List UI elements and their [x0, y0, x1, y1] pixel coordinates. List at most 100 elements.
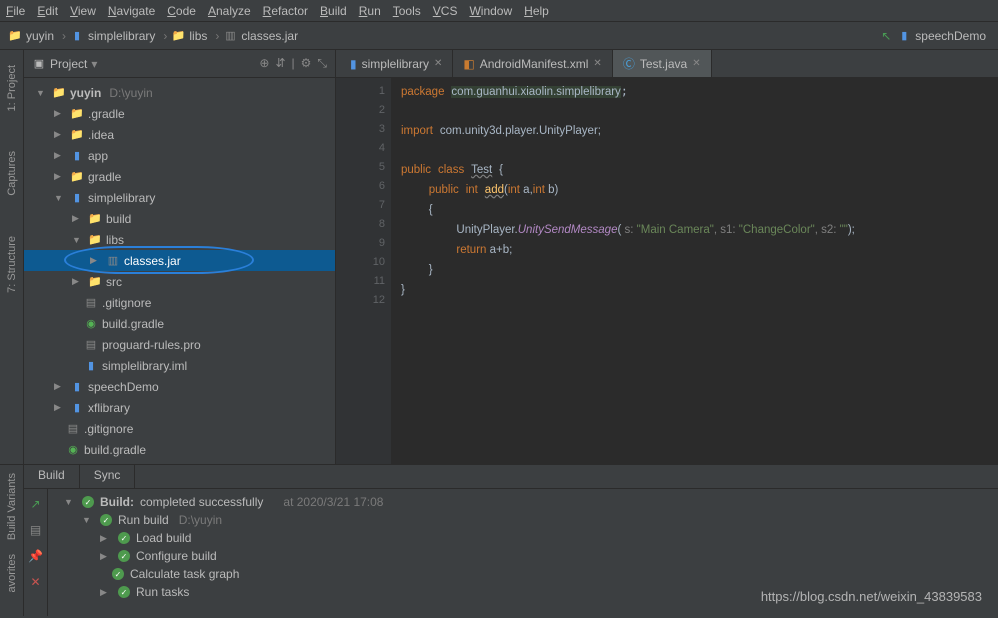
tree-src[interactable]: ▶📁src [24, 271, 335, 292]
jar-icon: ▥ [106, 254, 120, 268]
close-icon[interactable]: ✕ [692, 58, 700, 69]
project-view-icon: ▣ [32, 57, 46, 71]
chevron-right-icon[interactable]: ▶ [54, 381, 66, 392]
breadcrumb-libs[interactable]: 📁 libs [171, 29, 207, 43]
tab-manifest[interactable]: ◧AndroidManifest.xml✕ [453, 50, 612, 77]
hide-icon[interactable]: ⤡ [317, 56, 327, 71]
menu-navigate[interactable]: Navigate [108, 4, 155, 18]
tab-test-java[interactable]: ⒸTest.java✕ [613, 50, 712, 77]
ok-icon: ✓ [118, 550, 130, 562]
editor-tabs: ▮simplelibrary✕ ◧AndroidManifest.xml✕ ⒸT… [336, 50, 998, 78]
tree-classes-jar[interactable]: ▶▥classes.jar [24, 250, 335, 271]
menu-refactor[interactable]: Refactor [263, 4, 308, 18]
tree-iml[interactable]: ▮simplelibrary.iml [24, 355, 335, 376]
collapse-icon[interactable]: ⇵ [275, 56, 285, 71]
close-icon[interactable]: ✕ [593, 58, 601, 69]
gear-icon[interactable]: ⚙ [301, 56, 312, 71]
chevron-down-icon[interactable]: ▾ [91, 57, 97, 71]
breadcrumb-module[interactable]: ▮ simplelibrary [70, 29, 155, 43]
tree-libs[interactable]: ▼📁libs [24, 229, 335, 250]
chevron-down-icon[interactable]: ▼ [64, 497, 76, 507]
build-load[interactable]: ▶✓Load build [56, 529, 998, 547]
menu-view[interactable]: View [70, 4, 96, 18]
project-title[interactable]: Project [50, 57, 87, 71]
breadcrumb-jar[interactable]: ▥ classes.jar [223, 29, 298, 43]
tab-project[interactable]: 1: Project [6, 65, 18, 111]
tree-simplelibrary[interactable]: ▼▮simplelibrary [24, 187, 335, 208]
tree-root[interactable]: ▼ 📁 yuyin D:\yuyin [24, 82, 335, 103]
file-icon: ▤ [84, 338, 98, 352]
chevron-right-icon[interactable]: ▶ [72, 276, 84, 287]
code-editor[interactable]: package com.guanhui.xiaolin.simplelibrar… [391, 78, 998, 464]
tree-build[interactable]: ▶📁build [24, 208, 335, 229]
tree-gitignore[interactable]: ▤.gitignore [24, 292, 335, 313]
chevron-down-icon[interactable]: ▼ [54, 193, 66, 203]
chevron-right-icon[interactable]: ▶ [54, 150, 66, 161]
tree-idea-dir[interactable]: ▶📁.idea [24, 124, 335, 145]
xml-icon: ◧ [463, 57, 474, 71]
folder-icon: 📁 [70, 128, 84, 142]
file-icon: ▤ [84, 296, 98, 310]
build-tab-build[interactable]: Build [24, 465, 80, 488]
tab-build-variants[interactable]: Build Variants [6, 473, 18, 540]
tree-xflibrary[interactable]: ▶▮xflibrary [24, 397, 335, 418]
menu-analyze[interactable]: Analyze [208, 4, 251, 18]
jar-icon: ▥ [223, 29, 237, 43]
tab-simplelibrary[interactable]: ▮simplelibrary✕ [340, 50, 453, 77]
chevron-down-icon[interactable]: ▼ [36, 88, 48, 98]
build-tab-sync[interactable]: Sync [80, 465, 136, 488]
ok-icon: ✓ [100, 514, 112, 526]
menu-run[interactable]: Run [359, 4, 381, 18]
menu-help[interactable]: Help [524, 4, 549, 18]
chevron-right-icon[interactable]: ▶ [100, 587, 112, 598]
menu-window[interactable]: Window [469, 4, 512, 18]
ok-icon: ✓ [118, 532, 130, 544]
build-configure[interactable]: ▶✓Configure build [56, 547, 998, 565]
tree-speechdemo[interactable]: ▶▮speechDemo [24, 376, 335, 397]
chevron-right-icon[interactable]: ▶ [100, 551, 112, 562]
menu-edit[interactable]: Edit [37, 4, 58, 18]
chevron-right-icon[interactable]: ▶ [72, 213, 84, 224]
project-tree[interactable]: ▼ 📁 yuyin D:\yuyin ▶📁.gradle ▶📁.idea ▶▮a… [24, 78, 335, 464]
project-panel: ▣ Project ▾ ⊕ ⇵ | ⚙ ⤡ ▼ 📁 yuyin D:\yuyin… [24, 50, 336, 464]
tree-gradle[interactable]: ▶📁gradle [24, 166, 335, 187]
filter-icon[interactable]: ↗ [30, 497, 40, 511]
stop-icon[interactable]: ✕ [30, 575, 40, 589]
folder-icon: 📁 [88, 212, 102, 226]
run-target-indicator[interactable]: ↖ [881, 29, 891, 43]
menu-tools[interactable]: Tools [393, 4, 421, 18]
tool-window-bar-left: 1: Project Captures 7: Structure [0, 50, 24, 464]
chevron-down-icon[interactable]: ▼ [72, 235, 84, 245]
tree-build-gradle-root[interactable]: ◉build.gradle [24, 439, 335, 460]
chevron-right-icon[interactable]: ▶ [54, 129, 66, 140]
gutter[interactable]: 123456789101112 [336, 78, 391, 464]
tree-proguard[interactable]: ▤proguard-rules.pro [24, 334, 335, 355]
tab-favorites[interactable]: avorites [6, 554, 18, 593]
menu-build[interactable]: Build [320, 4, 347, 18]
build-run[interactable]: ▼ ✓ Run build D:\yuyin [56, 511, 998, 529]
chevron-right-icon[interactable]: ▶ [54, 108, 66, 119]
build-root[interactable]: ▼ ✓ Build: completed successfully at 202… [56, 493, 998, 511]
chevron-right-icon[interactable]: ▶ [90, 255, 102, 266]
tree-gradle-dir[interactable]: ▶📁.gradle [24, 103, 335, 124]
menu-file[interactable]: File [6, 4, 25, 18]
menu-code[interactable]: Code [167, 4, 196, 18]
breadcrumb-root[interactable]: 📁 yuyin [8, 29, 54, 43]
chevron-right-icon[interactable]: ▶ [54, 402, 66, 413]
build-calc[interactable]: ✓Calculate task graph [56, 565, 998, 583]
breadcrumb-right[interactable]: ▮ speechDemo [897, 29, 986, 43]
close-icon[interactable]: ✕ [434, 58, 442, 69]
chevron-right-icon[interactable]: ▶ [100, 533, 112, 544]
tree-gitignore-root[interactable]: ▤.gitignore [24, 418, 335, 439]
tree-app[interactable]: ▶▮app [24, 145, 335, 166]
target-icon[interactable]: ⊕ [259, 56, 269, 71]
settings-icon[interactable]: ▤ [30, 523, 41, 537]
tab-structure[interactable]: 7: Structure [6, 236, 18, 293]
tree-build-gradle[interactable]: ◉build.gradle [24, 313, 335, 334]
tab-captures[interactable]: Captures [6, 151, 18, 196]
menu-vcs[interactable]: VCS [433, 4, 458, 18]
pin-icon[interactable]: 📌 [28, 549, 43, 563]
menubar: File Edit View Navigate Code Analyze Ref… [0, 0, 998, 22]
chevron-down-icon[interactable]: ▼ [82, 515, 94, 525]
chevron-right-icon[interactable]: ▶ [54, 171, 66, 182]
